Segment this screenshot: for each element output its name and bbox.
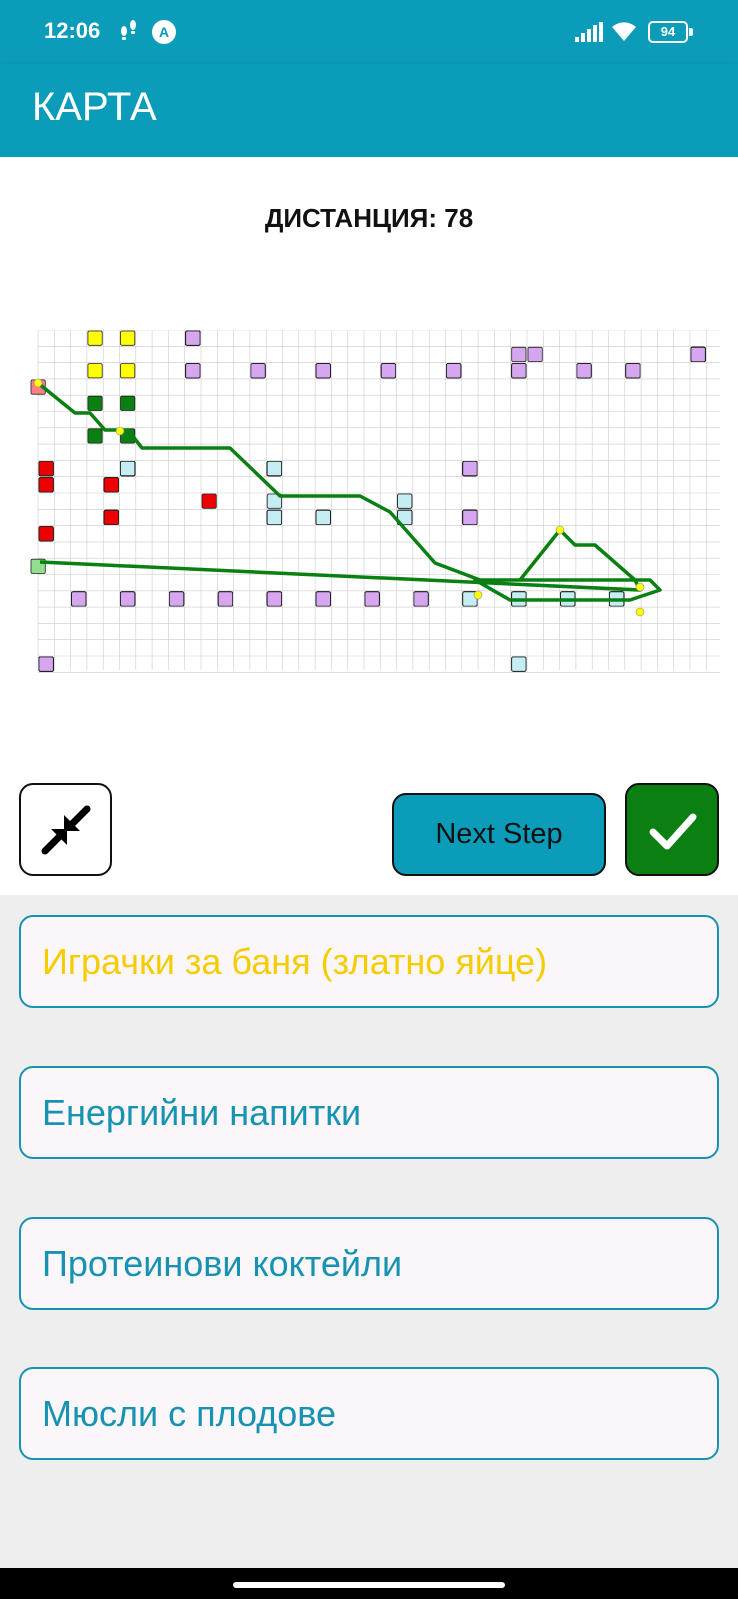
shelf-cell — [266, 509, 282, 526]
app-notification-icon: A — [152, 20, 176, 44]
wall-cell — [38, 656, 54, 672]
list-item-protein-shakes[interactable]: Протеинови коктейли — [19, 1217, 719, 1310]
page-title: КАРТА — [32, 85, 157, 129]
collapse-arrows-icon — [41, 805, 91, 855]
stop-point — [33, 378, 43, 388]
confirm-button[interactable] — [625, 783, 719, 876]
wall-cell — [690, 346, 706, 362]
route-path — [36, 381, 662, 602]
shelf-cell — [462, 460, 478, 477]
shelf-cell — [103, 509, 119, 526]
shelf-cell — [315, 363, 331, 379]
marker-cell — [87, 330, 103, 346]
shelf-cell — [168, 591, 185, 607]
distance-label: ДИСТАНЦИЯ: 78 — [264, 203, 474, 233]
stop-point — [115, 426, 125, 436]
zoom-out-button[interactable] — [19, 783, 112, 876]
shelf-cell — [38, 526, 54, 542]
shelf-cell — [511, 346, 527, 362]
signal-icon — [575, 22, 603, 42]
stop-point — [635, 582, 645, 592]
wall-cell — [511, 656, 527, 672]
shelf-cell — [71, 591, 87, 607]
status-bar: 12:06 A 94 — [0, 0, 738, 64]
shelf-cell — [364, 591, 380, 607]
marker-cell — [120, 363, 136, 379]
shelf-cell — [413, 591, 429, 607]
shelf-cell — [527, 346, 543, 362]
shelf-cell — [217, 591, 234, 607]
shelf-cell — [266, 591, 282, 607]
app-bar: КАРТА — [0, 64, 738, 157]
shelf-cell — [462, 509, 478, 526]
wifi-icon — [612, 22, 636, 41]
list-item-label: Протеинови коктейли — [42, 1243, 403, 1284]
shelf-cell — [103, 477, 119, 493]
marker-cell — [87, 363, 103, 379]
home-handle[interactable] — [233, 1582, 505, 1588]
shelf-cell — [266, 460, 282, 477]
list-item-label: Играчки за баня (златно яйце) — [42, 941, 548, 982]
marker-cell — [120, 330, 136, 346]
shelf-cell — [380, 363, 396, 379]
store-map[interactable] — [30, 330, 720, 688]
status-time: 12:06 — [44, 18, 101, 43]
marker-cell — [120, 395, 136, 411]
shelf-cell — [201, 493, 217, 509]
stop-point — [555, 525, 565, 535]
wall-cell — [185, 330, 201, 346]
next-step-button[interactable]: Next Step — [392, 793, 606, 876]
shelf-cell — [250, 363, 266, 379]
list-item-muesli[interactable]: Мюсли с плодове — [19, 1367, 719, 1460]
footsteps-icon — [118, 18, 140, 46]
marker-cell — [87, 395, 103, 411]
shelf-cell — [511, 363, 527, 379]
shelf-cell — [315, 509, 331, 526]
stop-point — [473, 590, 483, 600]
shelf-cell — [120, 460, 136, 477]
list-item-bath-toys[interactable]: Играчки за баня (златно яйце) — [19, 915, 719, 1008]
shelf-cell — [397, 493, 413, 509]
battery-icon: 94 — [648, 21, 693, 43]
shelf-cell — [625, 363, 641, 379]
shelf-cell — [315, 591, 331, 607]
list-item-label: Мюсли с плодове — [42, 1393, 337, 1434]
shelf-cell — [185, 363, 201, 379]
check-icon — [649, 813, 697, 850]
shelf-cell — [576, 363, 592, 379]
shelf-cell — [446, 363, 462, 379]
shelf-cell — [38, 477, 54, 493]
navigation-bar — [0, 1568, 738, 1599]
list-item-energy-drinks[interactable]: Енергийни напитки — [19, 1066, 719, 1159]
marker-cell — [87, 428, 103, 444]
store-map-canvas[interactable] — [30, 330, 720, 688]
list-item-label: Енергийни напитки — [42, 1092, 362, 1133]
stop-point — [635, 607, 645, 617]
shelf-cell — [38, 460, 54, 477]
map-grid — [37, 330, 720, 673]
shelf-cell — [120, 591, 136, 607]
